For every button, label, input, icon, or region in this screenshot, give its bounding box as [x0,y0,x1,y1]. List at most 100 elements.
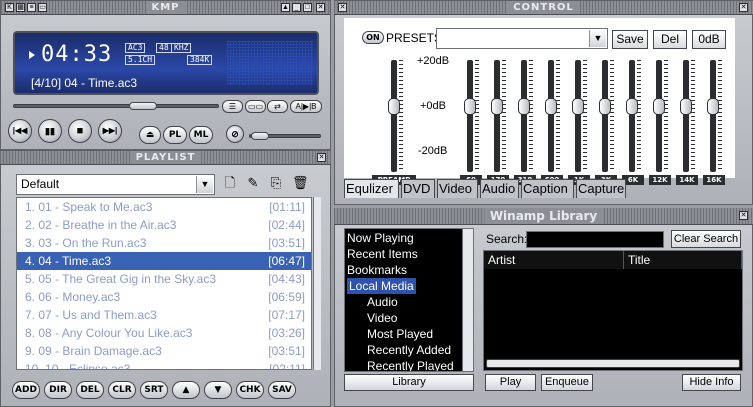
playlist-select[interactable]: Default ▼ [16,174,215,195]
library-hscrollbar[interactable] [486,359,740,368]
mute-icon[interactable]: ⊘ [226,125,244,143]
band-slider-1k-knob[interactable] [572,98,584,115]
playlist-row[interactable]: 8. 08 - Any Colour You Like.ac3 [03:26] [17,324,311,342]
enqueue-button[interactable]: Enqueue [541,374,593,391]
band-slider-6k-knob[interactable] [626,98,638,115]
tab-caption[interactable]: Caption [521,179,574,198]
add-button[interactable]: ADD [12,381,40,399]
eq-on-toggle[interactable]: ON [362,31,384,44]
pause-button[interactable]: ▮▮ [38,119,62,143]
band-slider-60-track[interactable] [467,60,473,172]
playlist-row[interactable]: 5. 05 - The Great Gig in the Sky.ac3 [04:… [17,270,311,288]
library-titlebar[interactable]: Winamp Library ✕ [334,208,753,225]
menu-icon[interactable]: K [5,3,14,12]
tab-video[interactable]: Video [437,179,478,198]
clear-button[interactable]: CLR [108,381,136,399]
stop-button[interactable]: ■ [68,119,92,143]
column-header-artist[interactable]: Artist [484,251,624,269]
control-menu-icon[interactable]: ✕ [338,3,347,12]
delete-preset-button[interactable]: Del [653,30,687,49]
library-tree-scrollbar[interactable] [462,229,473,371]
window-mode-icon[interactable]: ▭▭ [245,100,266,113]
elapsed-time[interactable]: 04:33 [41,42,112,67]
band-slider-170-knob[interactable] [491,98,503,115]
band-slider-12k-knob[interactable] [653,98,665,115]
library-tree-item-now-playing[interactable]: Now Playing [347,230,414,246]
volume-knob[interactable] [251,132,269,140]
band-slider-3k-knob[interactable] [599,98,611,115]
save-preset-button[interactable]: Save [612,30,648,49]
copy-playlist-icon[interactable]: ⎘ [268,175,284,191]
playlist-row[interactable]: 6. 06 - Money.ac3 [06:59] [17,288,311,306]
tab-capture[interactable]: Capture [576,179,626,198]
band-slider-60-knob[interactable] [464,98,476,115]
band-slider-310-knob[interactable] [518,98,530,115]
dir-button[interactable]: DIR [44,381,72,399]
seek-bar[interactable] [13,104,219,108]
band-slider-14k-knob[interactable] [680,98,692,115]
preamp-slider-track[interactable] [391,60,397,172]
playlist-row[interactable]: 10. 10 - Eclipse.ac3 [02:11] [17,360,311,369]
clear-search-button[interactable]: Clear Search [671,230,741,248]
library-tree-item-recently-added[interactable]: Recently Added [367,342,451,358]
library-tree-item-local-media[interactable]: Local Media [347,278,416,294]
library-button[interactable]: Library [344,374,474,391]
media-library-button[interactable]: ML [189,126,213,144]
minimize-icon[interactable]: _ [292,3,301,12]
band-slider-12k-track[interactable] [656,60,662,172]
control-titlebar[interactable]: ✕ CONTROL ✕ [334,1,753,15]
repeat-icon[interactable]: ⇄ [267,100,288,113]
new-playlist-icon[interactable]: 🗋 [222,175,238,191]
playlist-toggle-icon[interactable]: ☰ [222,100,243,113]
zero-db-button[interactable]: 0dB [692,30,726,49]
skin-icon[interactable]: ▦ [16,3,25,12]
library-tree-item-video[interactable]: Video [367,310,397,326]
playlist-row[interactable]: 1. 01 - Speak to Me.ac3 [01:11] [17,198,311,216]
check-button[interactable]: CHK [236,381,264,399]
column-header-title[interactable]: Title [624,251,742,269]
presets-chevron-icon[interactable]: ▼ [589,30,606,47]
playlist-row[interactable]: 7. 07 - Us and Them.ac3 [07:17] [17,306,311,324]
delete-button[interactable]: DEL [76,381,104,399]
playlist-scrollbar[interactable] [313,197,321,370]
playlist-list[interactable]: 1. 01 - Speak to Me.ac3 [01:11] 2. 02 - Br… [16,197,312,370]
preferences-icon[interactable]: ▭ [38,3,47,12]
playlist-row[interactable]: 2. 02 - Breathe in the Air.ac3 [02:44] [17,216,311,234]
playlist-row[interactable]: 9. 09 - Brain Damage.ac3 [03:51] [17,342,311,360]
maximize-icon[interactable]: □ [303,3,312,12]
library-tree-item-audio[interactable]: Audio [367,294,398,310]
ab-repeat-icon[interactable]: A|▶|B [290,100,322,113]
band-slider-1k-track[interactable] [575,60,581,172]
band-slider-170-track[interactable] [494,60,500,172]
edit-playlist-icon[interactable]: ✎ [245,175,261,191]
sort-button[interactable]: SRT [140,381,168,399]
always-on-top-icon[interactable]: ▲ [281,3,290,12]
playlist-titlebar[interactable]: PLAYLIST ✕ [0,151,331,165]
control-close-icon[interactable]: ✕ [739,3,748,12]
library-tree-item-bookmarks[interactable]: Bookmarks [347,262,407,278]
band-slider-600-track[interactable] [548,60,554,172]
eject-button[interactable]: ⏏ [139,126,161,144]
playlist-row[interactable]: 3. 03 - On the Run.ac3 [03:51] [17,234,311,252]
chevron-down-icon[interactable]: ▼ [196,176,213,193]
delete-playlist-icon[interactable]: 🗑 [292,175,309,191]
tab-equlizer[interactable]: Equlizer [344,179,399,198]
band-slider-3k-track[interactable] [602,60,608,172]
playlist-close-icon[interactable]: ✕ [317,153,326,162]
close-icon[interactable]: ✕ [316,3,325,12]
library-tree-item-recently-played[interactable]: Recently Played [367,358,454,371]
tab-audio[interactable]: Audio [480,179,519,198]
library-tree-item-recent-items[interactable]: Recent Items [347,246,418,262]
band-slider-6k-track[interactable] [629,60,635,172]
band-slider-16k-knob[interactable] [707,98,719,115]
presets-select[interactable]: ▼ [436,28,608,49]
seek-knob[interactable] [129,102,157,110]
band-slider-310-track[interactable] [521,60,527,172]
library-tree-item-most-played[interactable]: Most Played [367,326,433,342]
preamp-slider-knob[interactable] [388,98,400,115]
band-slider-14k-track[interactable] [683,60,689,172]
tab-dvd[interactable]: DVD [401,179,435,198]
move-up-button[interactable]: ▲ [172,381,200,399]
playlist-row[interactable]: 4. 04 - Time.ac3 [06:47] [17,252,311,270]
library-tree[interactable]: Now Playing Recent Items Bookmarks Local Me… [344,228,474,372]
